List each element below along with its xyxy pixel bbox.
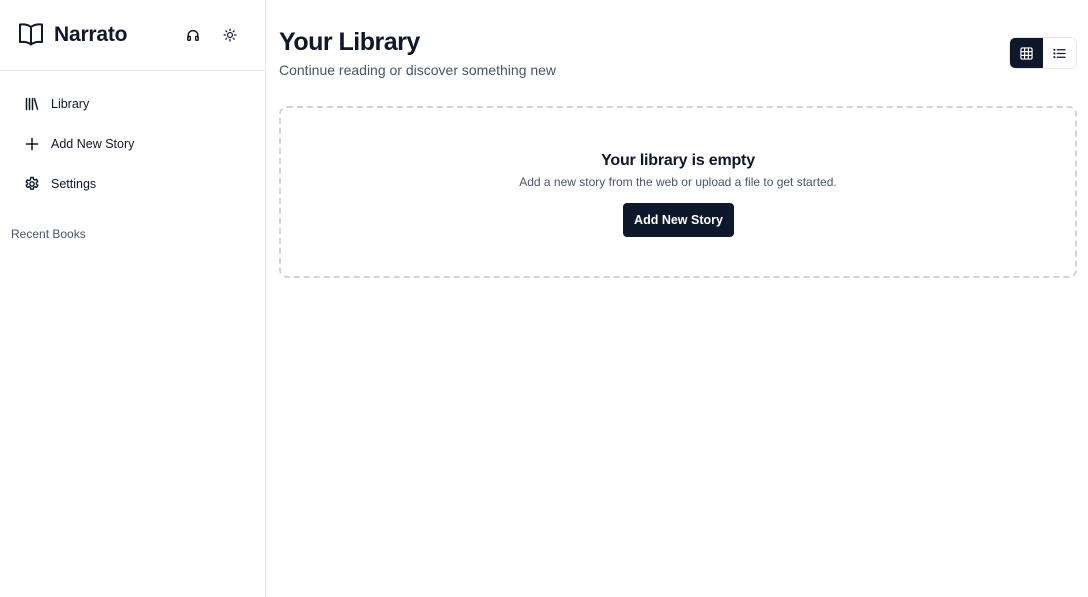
headphones-icon[interactable]	[182, 24, 204, 46]
sidebar-item-label: Library	[51, 97, 90, 111]
plus-icon	[24, 136, 40, 152]
sidebar-item-label: Add New Story	[51, 137, 135, 151]
empty-state-title: Your library is empty	[601, 152, 755, 169]
sidebar-header: Narrato	[0, 0, 265, 71]
sidebar-item-label: Settings	[51, 177, 97, 191]
view-toggle	[1009, 37, 1077, 69]
sidebar-item-library[interactable]: Library	[0, 84, 265, 124]
list-icon	[1053, 47, 1066, 60]
recent-books-heading: Recent Books	[11, 227, 86, 241]
page-subtitle: Continue reading or discover something n…	[279, 62, 557, 78]
sidebar-item-add-new-story[interactable]: Add New Story	[0, 124, 265, 164]
page-title: Your Library	[279, 28, 420, 56]
gear-icon	[24, 176, 40, 192]
empty-library-panel: Your library is empty Add a new story fr…	[279, 106, 1077, 278]
grid-view-button[interactable]	[1010, 38, 1043, 68]
sidebar-nav: Library Add New Story Settings	[0, 84, 265, 204]
sun-icon[interactable]	[219, 24, 241, 46]
sidebar: Narrato Library Add New Story Settings R…	[0, 0, 266, 597]
main-content: Your Library Continue reading or discove…	[266, 0, 1088, 597]
grid-icon	[1020, 46, 1033, 60]
open-book-icon	[18, 22, 44, 46]
list-view-button[interactable]	[1043, 38, 1076, 68]
sidebar-item-settings[interactable]: Settings	[0, 164, 265, 204]
empty-state-description: Add a new story from the web or upload a…	[519, 175, 837, 189]
add-new-story-button[interactable]: Add New Story	[623, 203, 734, 237]
brand-name: Narrato	[54, 23, 128, 46]
library-icon	[24, 96, 40, 112]
